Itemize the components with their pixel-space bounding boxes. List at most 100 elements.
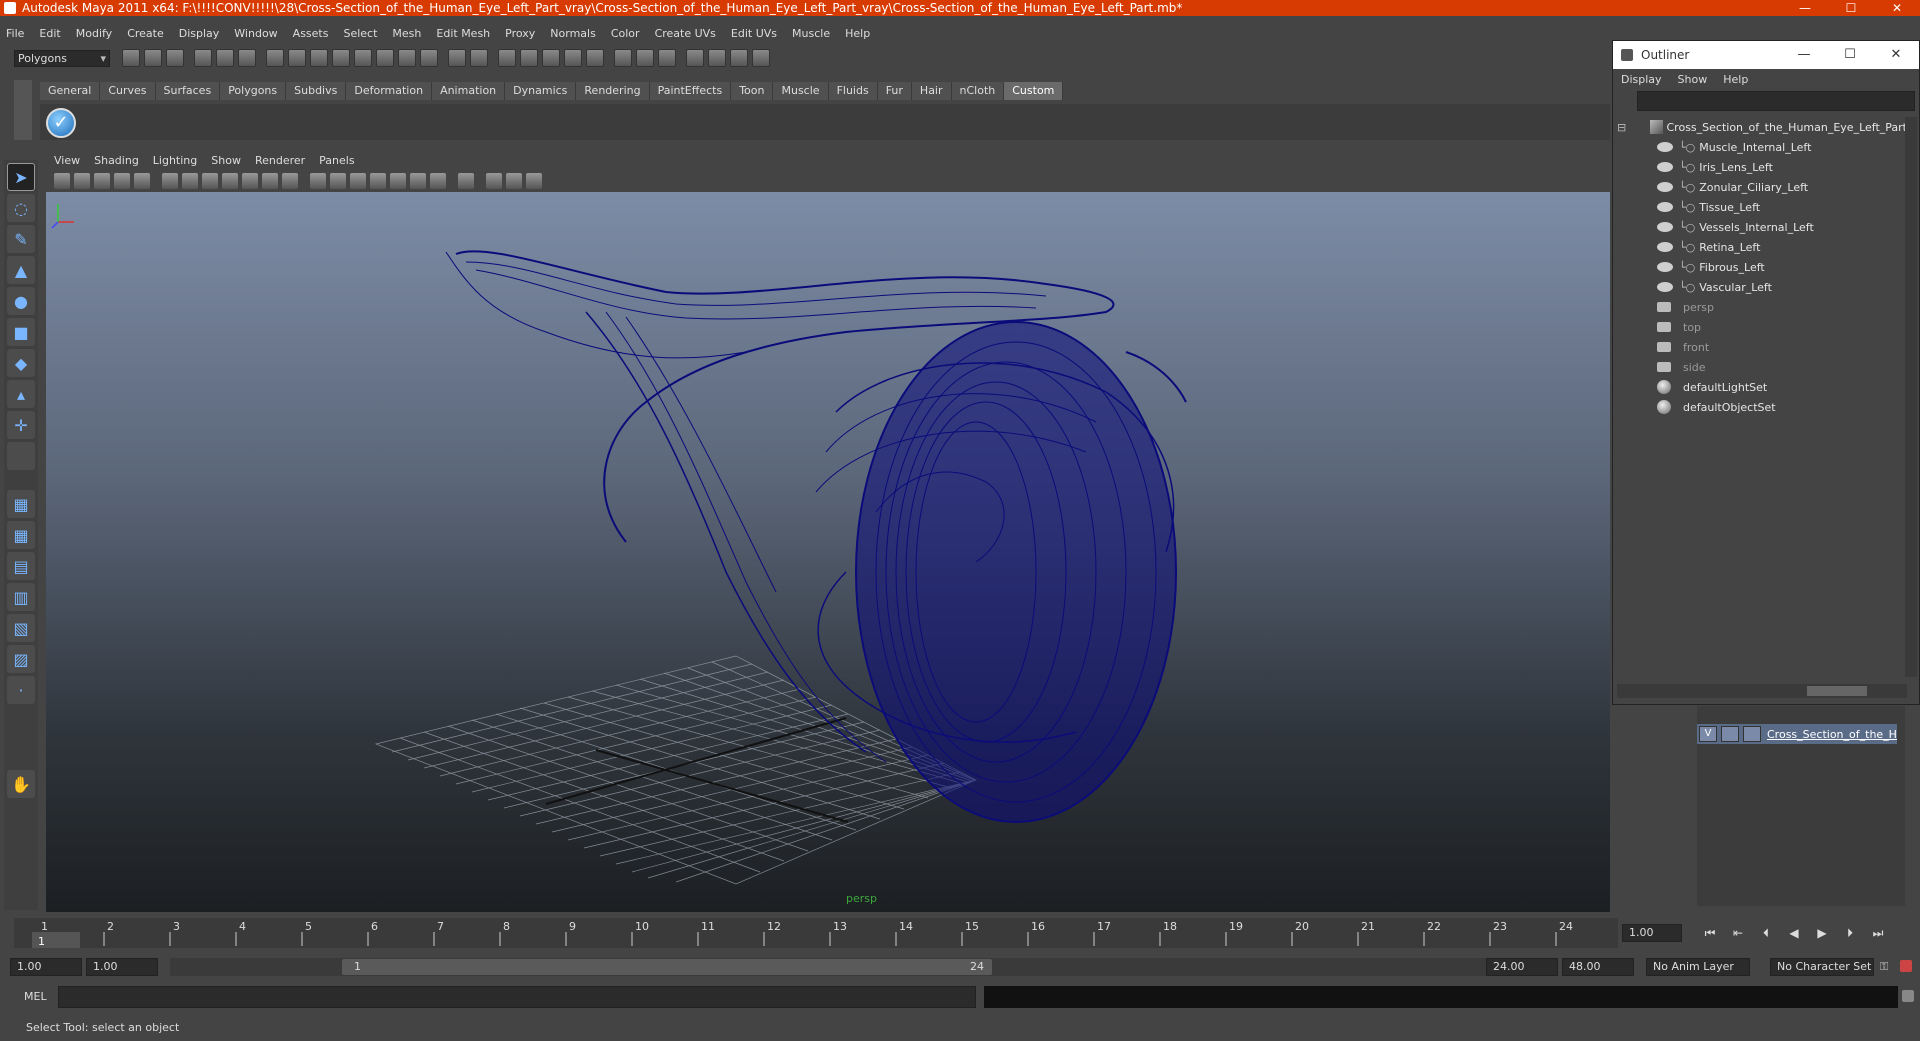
menu-muscle[interactable]: Muscle <box>792 27 830 40</box>
viewport-settings-icon[interactable] <box>526 173 542 189</box>
snap-curve-icon[interactable] <box>310 49 328 67</box>
panel-menu-lighting[interactable]: Lighting <box>153 154 197 167</box>
lasso-tool-icon[interactable]: ◌ <box>7 194 35 222</box>
shelf-tab-polygons[interactable]: Polygons <box>220 82 287 100</box>
show-hide-channel-box-icon[interactable] <box>614 49 632 67</box>
outliner-close-button[interactable]: ✕ <box>1873 41 1919 69</box>
shelf-tab-animation[interactable]: Animation <box>432 82 506 100</box>
play-backwards-icon[interactable]: ◀ <box>1780 926 1808 941</box>
select-by-component-icon[interactable] <box>238 49 256 67</box>
outliner-horizontal-scrollbar[interactable] <box>1617 684 1907 698</box>
outliner-camera-item[interactable]: side <box>1617 357 1907 377</box>
select-camera-icon[interactable] <box>54 173 70 189</box>
go-to-end-icon[interactable]: ⏭ <box>1864 926 1892 941</box>
universal-manipulator-icon[interactable]: ◆ <box>7 349 35 377</box>
show-hide-tool-settings-icon[interactable] <box>636 49 654 67</box>
persp-outliner-layout-icon[interactable]: ▤ <box>7 552 35 580</box>
collapse-icon[interactable]: ⊟ <box>1617 121 1629 134</box>
checkmark-shelf-icon[interactable]: ✓ <box>46 108 76 138</box>
grid-toggle-icon[interactable] <box>162 173 178 189</box>
playback-start-field[interactable]: 1.00 <box>86 958 158 976</box>
select-by-hierarchy-icon[interactable] <box>194 49 212 67</box>
animation-preferences-icon[interactable] <box>1900 960 1912 972</box>
layout-icon[interactable] <box>686 49 704 67</box>
menu-select[interactable]: Select <box>343 27 377 40</box>
camera-attributes-icon[interactable] <box>74 173 90 189</box>
make-live-icon[interactable] <box>376 49 394 67</box>
outliner-set-item[interactable]: defaultLightSet <box>1617 377 1907 397</box>
soft-modification-icon[interactable]: ▴ <box>7 380 35 408</box>
history-icon[interactable] <box>398 49 416 67</box>
animation-end-field[interactable]: 48.00 <box>1562 958 1634 976</box>
single-perspective-layout-icon[interactable]: ▦ <box>7 490 35 518</box>
outliner-root-item[interactable]: ⊟ Cross_Section_of_the_Human_Eye_Left_Pa… <box>1617 117 1907 137</box>
field-chart-icon[interactable] <box>242 173 258 189</box>
outliner-item[interactable]: └○ Fibrous_Left <box>1617 257 1907 277</box>
snap-point-icon[interactable] <box>332 49 350 67</box>
layer-visibility-toggle[interactable]: V <box>1699 726 1717 742</box>
shelf-tab-general[interactable]: General <box>40 82 101 100</box>
range-slider[interactable]: 1 24 <box>170 958 1490 976</box>
bookmarks-icon[interactable] <box>94 173 110 189</box>
film-gate-icon[interactable] <box>182 173 198 189</box>
shadows-icon[interactable] <box>430 173 446 189</box>
shelf-toggle-icon[interactable] <box>708 49 726 67</box>
menu-create[interactable]: Create <box>127 27 164 40</box>
lock-icon[interactable] <box>448 49 466 67</box>
shelf-tab-custom[interactable]: Custom <box>1004 82 1064 100</box>
textured-icon[interactable] <box>370 173 386 189</box>
open-scene-icon[interactable] <box>144 49 162 67</box>
outliner-maximize-button[interactable]: ☐ <box>1827 41 1873 69</box>
shelf-tab-subdivs[interactable]: Subdivs <box>286 82 347 100</box>
outliner-menu-help[interactable]: Help <box>1723 73 1748 86</box>
hypershade-icon[interactable] <box>542 49 560 67</box>
outliner-item[interactable]: └○ Vessels_Internal_Left <box>1617 217 1907 237</box>
menu-window[interactable]: Window <box>234 27 277 40</box>
default-lighting-icon[interactable] <box>390 173 406 189</box>
menu-help[interactable]: Help <box>845 27 870 40</box>
command-language-label[interactable]: MEL <box>24 990 47 1003</box>
panel-menu-view[interactable]: View <box>54 154 80 167</box>
time-slider[interactable]: 1 2 3 4 5 6 7 8 9 10 11 12 13 14 15 16 17 18 19 20 21 22 23 24 1 <box>14 918 1618 948</box>
show-hide-attribute-editor-icon[interactable] <box>658 49 676 67</box>
render-current-frame-icon[interactable] <box>470 49 488 67</box>
mask-icon[interactable] <box>266 49 284 67</box>
outliner-menu-show[interactable]: Show <box>1678 73 1708 86</box>
two-d-pan-zoom-icon[interactable] <box>134 173 150 189</box>
persp-graph-layout-icon[interactable]: ▥ <box>7 583 35 611</box>
menu-assets[interactable]: Assets <box>293 27 329 40</box>
outliner-item[interactable]: └○ Tissue_Left <box>1617 197 1907 217</box>
outliner-filter-input[interactable] <box>1637 91 1915 111</box>
hypershade-layout-icon[interactable]: ▧ <box>7 614 35 642</box>
outliner-vertical-scrollbar[interactable] <box>1905 117 1917 677</box>
wireframe-on-shaded-icon[interactable] <box>350 173 366 189</box>
outliner-item[interactable]: └○ Zonular_Ciliary_Left <box>1617 177 1907 197</box>
shelf-tab-ncloth[interactable]: nCloth <box>951 82 1005 100</box>
shelf-tab-painteffects[interactable]: PaintEffects <box>649 82 732 100</box>
persp-hypergraph-layout-icon[interactable]: ▨ <box>7 645 35 673</box>
shelf-tab-surfaces[interactable]: Surfaces <box>155 82 221 100</box>
image-plane-icon[interactable] <box>114 173 130 189</box>
snap-view-plane-icon[interactable] <box>354 49 372 67</box>
shelf-tab-hair[interactable]: Hair <box>911 82 952 100</box>
outliner-set-item[interactable]: defaultObjectSet <box>1617 397 1907 417</box>
render-settings-icon[interactable] <box>520 49 538 67</box>
xray-joints-icon[interactable] <box>506 173 522 189</box>
gate-mask-icon[interactable] <box>222 173 238 189</box>
menu-proxy[interactable]: Proxy <box>505 27 535 40</box>
scroll-thumb[interactable] <box>1807 686 1867 696</box>
display-layer-row[interactable]: V Cross_Section_of_the_H <box>1697 724 1897 744</box>
help-icon[interactable] <box>420 49 438 67</box>
menu-set-dropdown[interactable]: Polygons <box>14 49 110 67</box>
step-back-key-icon[interactable]: ⇤ <box>1724 926 1752 941</box>
xray-icon[interactable] <box>486 173 502 189</box>
step-forward-frame-icon[interactable]: ⏵ <box>1836 926 1864 941</box>
layer-playback-toggle[interactable] <box>1721 726 1739 742</box>
command-input[interactable] <box>58 986 976 1008</box>
shelf-tab-toon[interactable]: Toon <box>731 82 774 100</box>
resolution-gate-icon[interactable] <box>202 173 218 189</box>
outliner-item[interactable]: └○ Retina_Left <box>1617 237 1907 257</box>
new-scene-icon[interactable] <box>122 49 140 67</box>
shelf-tab-dynamics[interactable]: Dynamics <box>505 82 577 100</box>
menu-color[interactable]: Color <box>611 27 640 40</box>
